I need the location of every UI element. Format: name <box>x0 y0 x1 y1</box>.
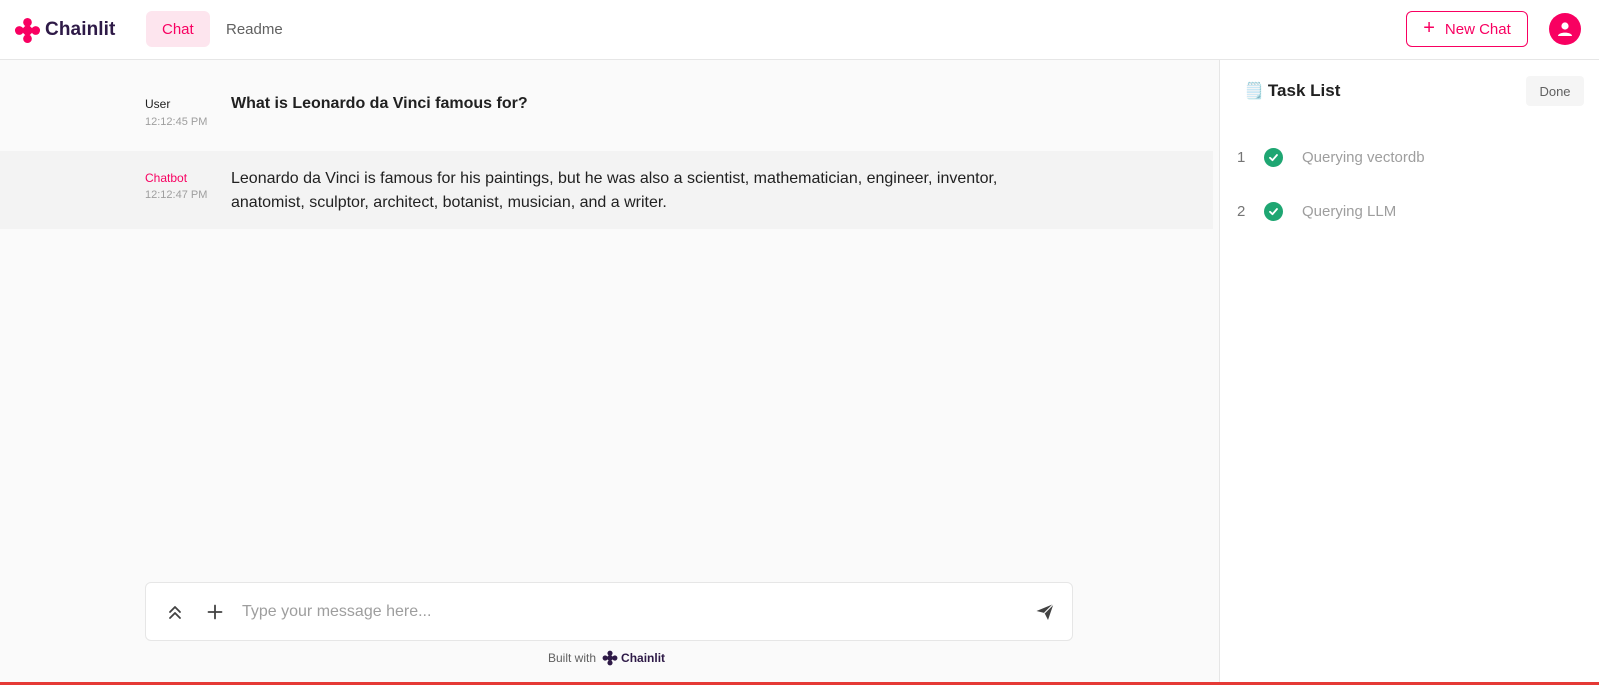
message-content: Leonardo da Vinci is famous for his pain… <box>231 170 998 211</box>
chat-area: User 12:12:45 PM What is Leonardo da Vin… <box>0 60 1219 682</box>
send-icon[interactable] <box>1034 601 1056 623</box>
chainlit-logo-icon <box>602 650 618 666</box>
task-number: 2 <box>1237 202 1246 220</box>
chainlit-logo-icon <box>14 17 41 43</box>
new-chat-button[interactable]: + New Chat <box>1406 11 1528 47</box>
message-user: User 12:12:45 PM What is Leonardo da Vin… <box>0 60 1213 151</box>
check-circle-icon <box>1264 201 1283 221</box>
task-list-header: 🗒️ Task List <box>1244 81 1340 101</box>
task-list-title: Task List <box>1267 81 1341 100</box>
built-with-brand: Chainlit <box>621 651 666 665</box>
task-list-panel: 🗒️ Task List Done 1 Querying vectordb 2 … <box>1219 60 1599 682</box>
task-number: 1 <box>1237 148 1246 166</box>
tab-chat[interactable]: Chat <box>146 11 210 47</box>
notepad-icon: 🗒️ <box>1244 83 1264 100</box>
attach-plus-icon[interactable] <box>204 601 226 623</box>
message-chatbot: Chatbot 12:12:47 PM Leonardo da Vinci is… <box>0 151 1213 229</box>
plus-icon: + <box>1423 17 1435 39</box>
message-author: Chatbot <box>145 171 188 185</box>
new-chat-label: New Chat <box>1444 20 1511 38</box>
user-avatar-button[interactable] <box>1549 13 1581 45</box>
task-label: Querying vectordb <box>1302 148 1425 166</box>
status-badge: Done <box>1526 76 1584 106</box>
message-composer <box>145 582 1073 641</box>
task-item: 1 Querying vectordb <box>1220 139 1599 175</box>
app-name: Chainlit <box>45 19 116 40</box>
app-logo[interactable]: Chainlit <box>14 16 115 44</box>
task-item: 2 Querying LLM <box>1220 193 1599 229</box>
message-content: What is Leonardo da Vinci famous for? <box>231 95 528 112</box>
built-with-footer[interactable]: Built with Chainlit <box>548 648 665 668</box>
message-input[interactable] <box>242 595 1012 629</box>
task-label: Querying LLM <box>1302 202 1397 220</box>
message-author: User <box>145 97 171 111</box>
message-time: 12:12:45 PM <box>145 116 208 128</box>
tab-readme[interactable]: Readme <box>210 11 299 47</box>
top-header: Chainlit Chat Readme + New Chat <box>0 0 1599 60</box>
check-circle-icon <box>1264 147 1283 167</box>
built-with-text: Built with <box>548 651 597 665</box>
chevrons-up-icon[interactable] <box>164 601 186 623</box>
user-icon <box>1558 22 1572 36</box>
message-time: 12:12:47 PM <box>145 189 208 201</box>
